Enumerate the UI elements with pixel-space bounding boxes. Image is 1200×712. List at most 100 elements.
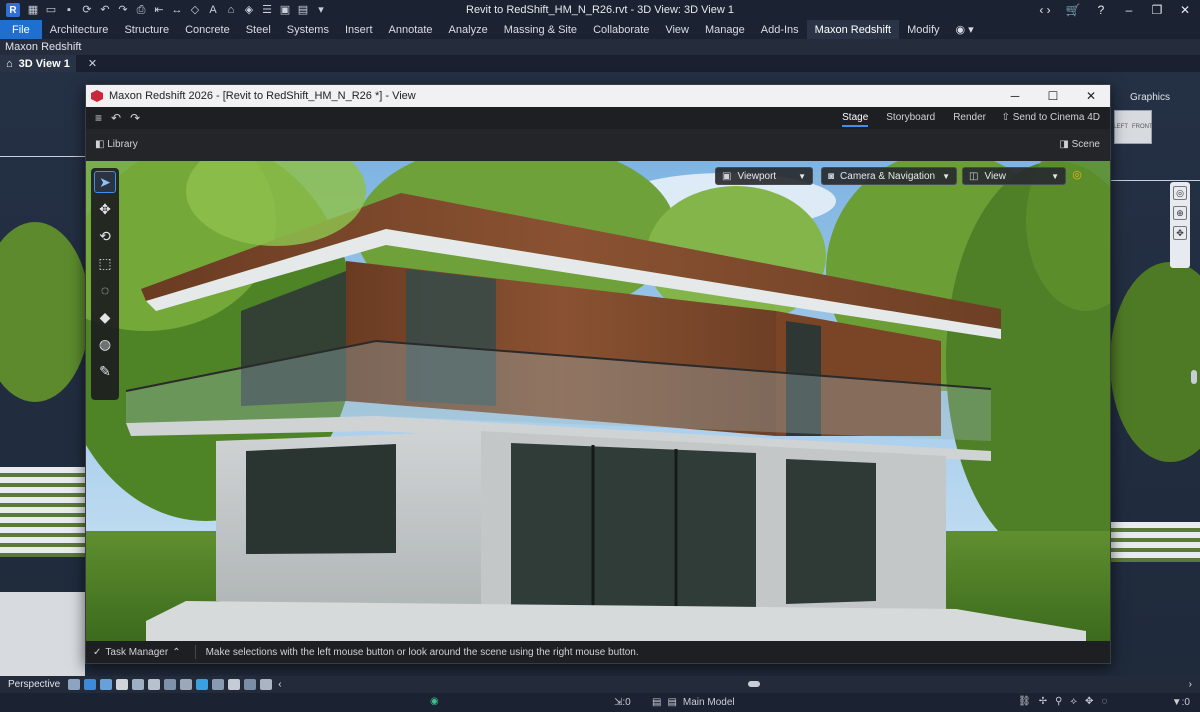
shadows-icon[interactable] [116, 679, 129, 690]
minimize-icon[interactable]: – [1120, 3, 1138, 17]
help-icon[interactable]: ? [1092, 3, 1110, 17]
toggle-ribbon-icon[interactable]: ◉ ▾ [948, 20, 982, 39]
tag-icon[interactable]: ◇ [189, 4, 201, 16]
filter-indicator[interactable]: ▼:0 [1172, 697, 1190, 708]
hamburger-menu-icon[interactable]: ≡ [95, 111, 102, 125]
mode-render[interactable]: Render [953, 107, 986, 129]
switch-windows-icon[interactable]: ▤ [297, 4, 309, 16]
scroll-left-icon[interactable]: ‹ [278, 679, 281, 690]
worksharing-icon[interactable] [260, 679, 273, 690]
cart-icon[interactable]: 🛒 [1064, 3, 1082, 17]
select-arrow-icon[interactable]: ➤ [94, 171, 116, 193]
tab-concrete[interactable]: Concrete [177, 20, 238, 39]
tab-architecture[interactable]: Architecture [42, 20, 117, 39]
rotate-icon[interactable]: ⟲ [94, 225, 116, 247]
show-crop-icon[interactable] [148, 679, 161, 690]
redo-icon[interactable]: ↷ [130, 111, 140, 125]
tab-analyze[interactable]: Analyze [441, 20, 496, 39]
collaboration-icon[interactable]: ◉ [430, 696, 439, 707]
restore-icon[interactable]: ❐ [1148, 3, 1166, 17]
view-dropdown[interactable]: ◫ View ▼ [962, 167, 1066, 185]
crop-view-icon[interactable] [132, 679, 145, 690]
tab-add-ins[interactable]: Add-Ins [753, 20, 807, 39]
horizontal-scrollbar[interactable] [748, 681, 760, 687]
temporary-hide-icon[interactable] [180, 679, 193, 690]
nav-arrows-icon[interactable]: ‹ › [1036, 3, 1054, 17]
open-icon[interactable]: ▭ [45, 4, 57, 16]
select-pinned-icon[interactable]: ⚲ [1055, 696, 1062, 707]
redshift-close-icon[interactable]: ✕ [1072, 85, 1110, 107]
select-underlay-icon[interactable]: ✢ [1039, 696, 1047, 707]
select-links-icon[interactable]: ⛓ [1018, 696, 1031, 707]
tab-systems[interactable]: Systems [279, 20, 337, 39]
tab-maxon-redshift[interactable]: Maxon Redshift [806, 20, 900, 39]
redshift-maximize-icon[interactable]: ☐ [1034, 85, 1072, 107]
close-hidden-icon[interactable]: ▣ [279, 4, 291, 16]
sync-icon[interactable]: ⟳ [81, 4, 93, 16]
scene-button[interactable]: ◨ Scene [1059, 139, 1100, 150]
tab-structure[interactable]: Structure [116, 20, 177, 39]
sun-path-icon[interactable] [100, 679, 113, 690]
viewport-dropdown[interactable]: ▣ Viewport ▼ [715, 167, 813, 185]
menu-grid-icon[interactable]: ▦ [27, 4, 39, 16]
close-icon[interactable]: ✕ [1176, 3, 1194, 17]
3d-view-icon[interactable]: ⌂ [225, 4, 237, 16]
undo-icon[interactable]: ↶ [99, 4, 111, 16]
scroll-right-icon[interactable]: › [1189, 679, 1192, 690]
tab-file[interactable]: File [0, 20, 42, 39]
redshift-title-bar[interactable]: Maxon Redshift 2026 - [Revit to RedShift… [86, 85, 1110, 107]
highlight-displacement-icon[interactable] [228, 679, 241, 690]
pan-icon[interactable]: ✥ [1173, 226, 1187, 240]
detail-level-icon[interactable] [68, 679, 81, 690]
customize-qat-icon[interactable]: ▾ [315, 4, 327, 16]
render-viewport[interactable]: ➤ ✥ ⟲ ⬚ ◌ ◆ ◍ ✎ ▣ Viewport ▼ ◙ Camera & … [86, 161, 1110, 643]
view-tab-3d-view-1[interactable]: ⌂ 3D View 1 [0, 55, 76, 72]
tab-insert[interactable]: Insert [337, 20, 381, 39]
analytical-model-icon[interactable] [212, 679, 225, 690]
background-process-icon[interactable]: ◌ [1101, 696, 1107, 707]
mode-stage[interactable]: Stage [842, 107, 869, 129]
tab-modify[interactable]: Modify [899, 20, 947, 39]
constraints-icon[interactable] [244, 679, 257, 690]
snapshot-camera-icon[interactable]: ◎ [1069, 168, 1085, 184]
close-view-tab-icon[interactable]: ✕ [88, 57, 97, 70]
lock-view-icon[interactable] [164, 679, 177, 690]
redshift-minimize-icon[interactable]: ─ [996, 85, 1034, 107]
send-to-cinema4d-button[interactable]: ⇧ Send to Cinema 4D [1002, 107, 1100, 129]
fill-icon[interactable]: ◍ [94, 333, 116, 355]
task-manager-button[interactable]: ✓ Task Manager ⌃ [93, 647, 181, 658]
move-icon[interactable]: ✥ [94, 198, 116, 220]
tab-annotate[interactable]: Annotate [381, 20, 441, 39]
select-by-face-icon[interactable]: ⟡ [1070, 696, 1077, 707]
undo-icon[interactable]: ↶ [111, 111, 121, 125]
dimension-icon[interactable]: ↔ [171, 4, 183, 16]
section-icon[interactable]: ◈ [243, 4, 255, 16]
tab-massing-site[interactable]: Massing & Site [496, 20, 585, 39]
active-model-selector[interactable]: ▤ ▤ Main Model [652, 697, 735, 708]
vertical-scrollbar[interactable] [1191, 370, 1197, 384]
tab-collaborate[interactable]: Collaborate [585, 20, 657, 39]
scale-icon[interactable]: ⬚ [94, 252, 116, 274]
print-icon[interactable]: ⎙ [135, 4, 147, 16]
revit-logo-icon[interactable]: R [6, 3, 20, 17]
drag-elements-icon[interactable]: ✥ [1085, 696, 1093, 707]
text-icon[interactable]: A [207, 4, 219, 16]
library-button[interactable]: ◧ Library [95, 139, 138, 150]
redo-icon[interactable]: ↷ [117, 4, 129, 16]
material-pick-icon[interactable]: ◌ [94, 279, 116, 301]
tab-manage[interactable]: Manage [697, 20, 753, 39]
viewcube[interactable]: LEFT FRONT [1113, 110, 1153, 144]
mode-storyboard[interactable]: Storyboard [886, 107, 935, 129]
measure-icon[interactable]: ⇤ [153, 4, 165, 16]
eyedropper-icon[interactable]: ✎ [94, 360, 116, 382]
paint-icon[interactable]: ◆ [94, 306, 116, 328]
tab-steel[interactable]: Steel [238, 20, 279, 39]
visual-style-icon[interactable] [84, 679, 97, 690]
save-icon[interactable]: ▪ [63, 4, 75, 16]
zoom-icon[interactable]: ⊕ [1173, 206, 1187, 220]
tab-view[interactable]: View [657, 20, 697, 39]
worksets-indicator[interactable]: ⇲:0 [614, 697, 631, 708]
reveal-hidden-icon[interactable] [196, 679, 209, 690]
steering-wheel-icon[interactable]: ◎ [1173, 186, 1187, 200]
camera-navigation-dropdown[interactable]: ◙ Camera & Navigation ▼ [821, 167, 957, 185]
